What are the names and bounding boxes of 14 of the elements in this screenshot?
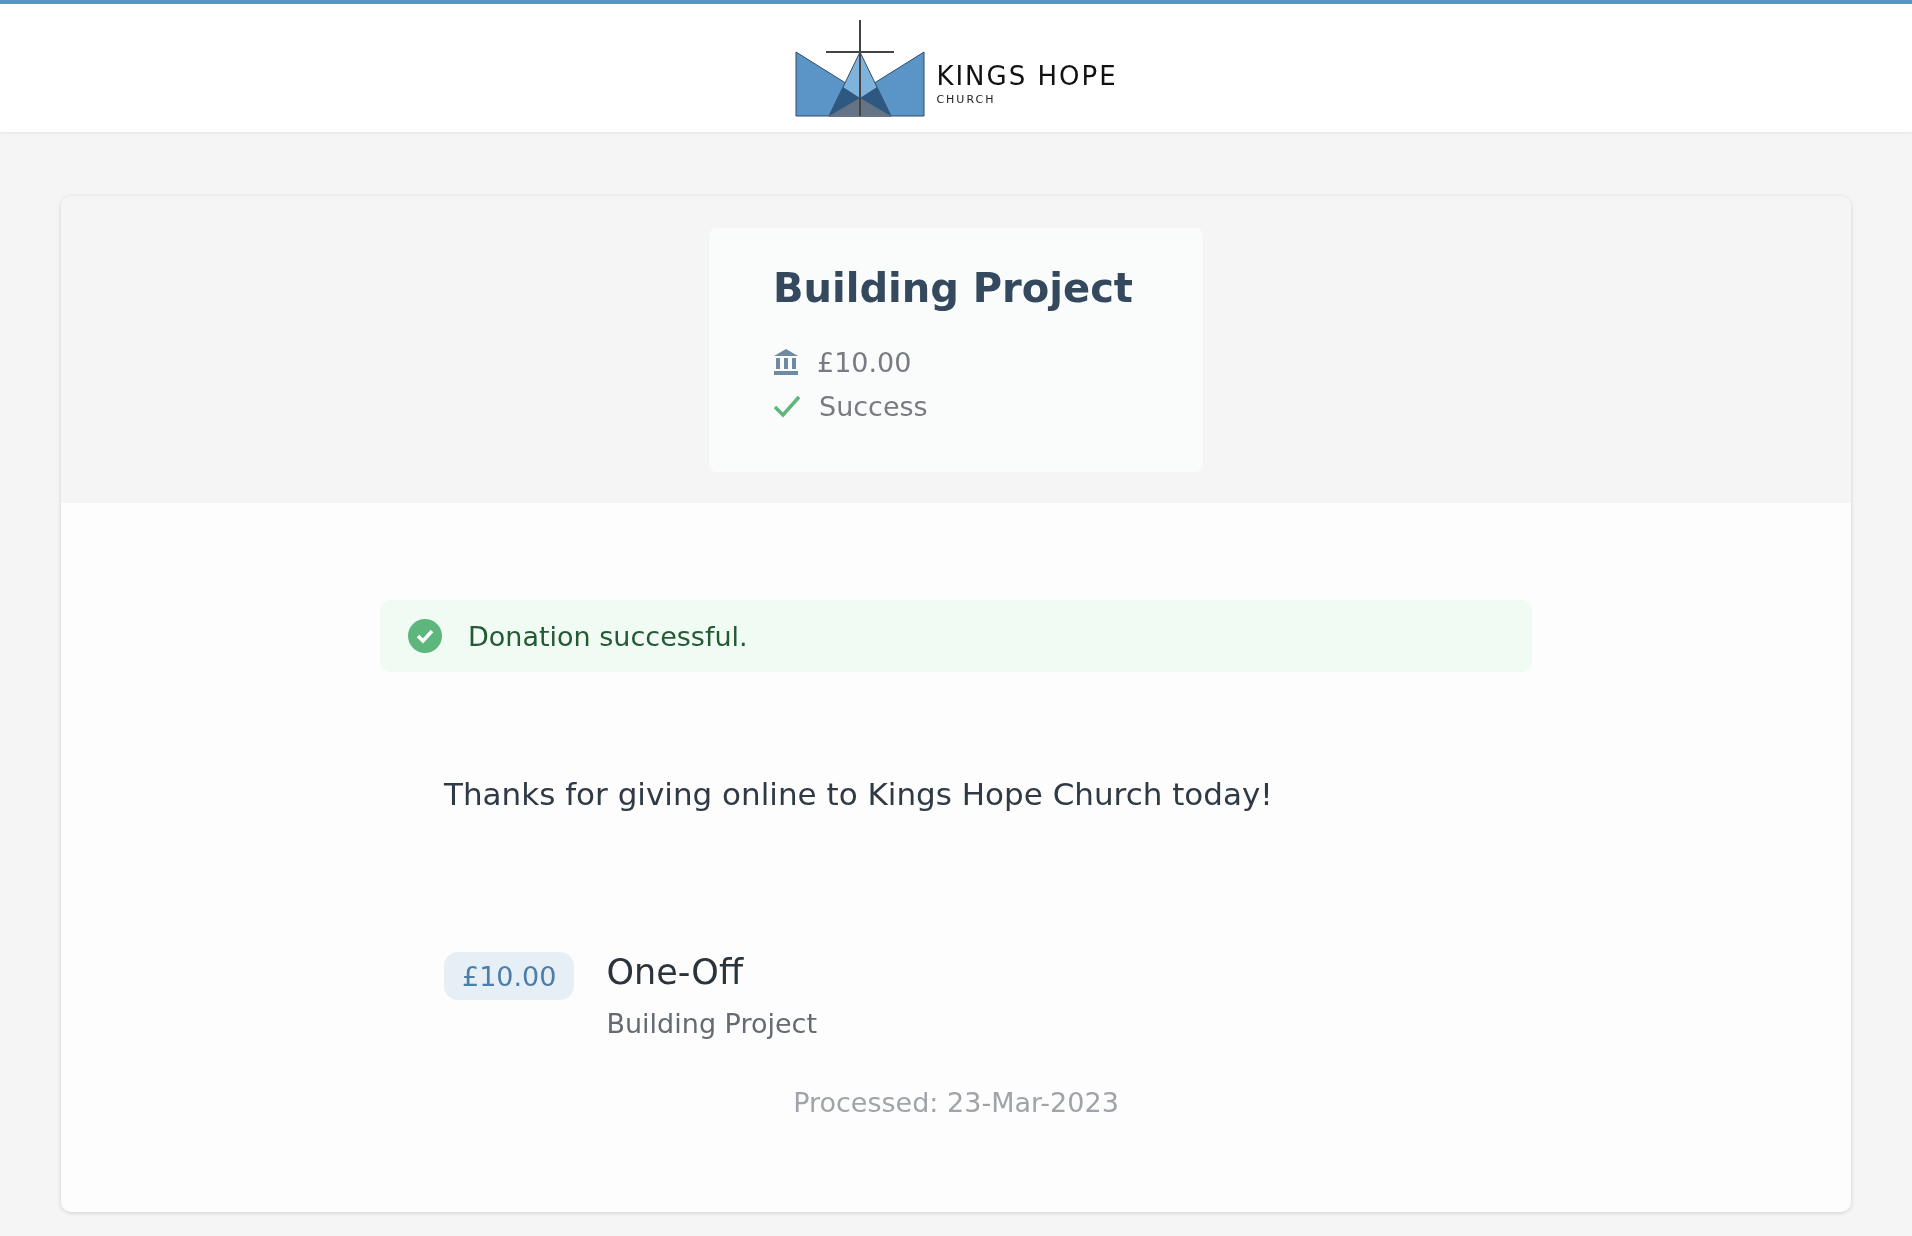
check-icon <box>773 394 801 418</box>
amount-badge: £10.00 <box>444 952 575 1000</box>
alert-message: Donation successful. <box>468 620 748 652</box>
processed-date: Processed: 23-Mar-2023 <box>792 1087 1120 1118</box>
bank-icon <box>773 348 799 376</box>
logo-name: KINGS HOPE <box>936 63 1118 89</box>
logo-subtitle: CHURCH <box>936 93 997 106</box>
amount-text: £10.00 <box>817 346 912 378</box>
fund-title: Building Project <box>773 264 1133 313</box>
status-text: Success <box>819 390 928 422</box>
fund-name: Building Project <box>606 1008 817 1039</box>
thanks-message: Thanks for giving online to Kings Hope Church today! <box>444 776 1274 812</box>
frequency-text: One-Off <box>606 952 745 992</box>
church-logo-icon <box>794 18 927 118</box>
